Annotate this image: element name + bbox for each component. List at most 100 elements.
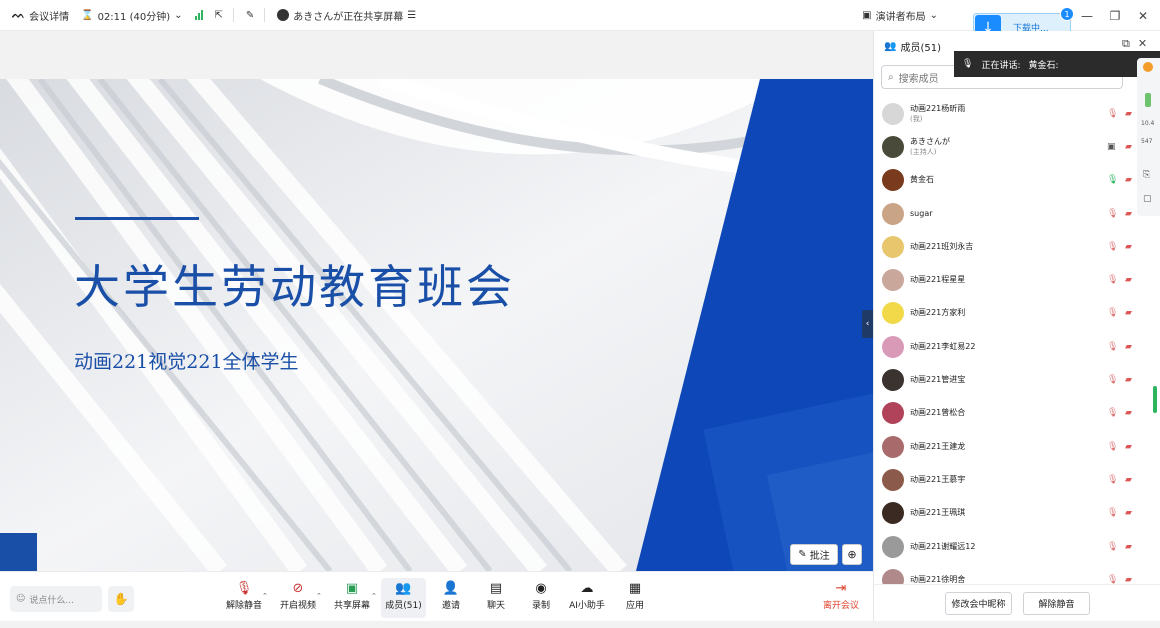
member-row[interactable]: 动画221方家利 🎙 ▰ [874,297,1160,330]
muted-mic-icon[interactable]: 🎙 [1107,308,1118,318]
video-off-icon[interactable]: ▰ [1125,575,1132,584]
camera-icon[interactable]: ▢ [1143,194,1152,204]
muted-mic-icon[interactable]: 🎙 [1107,542,1118,552]
video-off-icon[interactable]: ▰ [1125,242,1132,252]
muted-mic-icon[interactable]: 🎙 [1107,109,1118,119]
member-name: 动画221班刘永吉 [910,241,974,251]
muted-mic-icon[interactable]: 🎙 [1107,508,1118,518]
video-off-icon[interactable]: ▰ [1125,308,1132,318]
search-placeholder: 搜索成员 [898,73,939,85]
member-row[interactable]: 动画221程星星 🎙 ▰ [874,263,1160,296]
apps-button[interactable]: ▦ 应用 [620,578,650,618]
sharing-status[interactable]: あきさんが正在共享屏幕 ☰ [277,8,416,23]
popout-icon[interactable]: ⧉ [1122,37,1130,51]
invite-button[interactable]: 👤 邀请 [436,578,466,618]
video-off-icon[interactable]: ▰ [1125,209,1132,219]
floating-monitor-widget[interactable]: 10.4 547 ⎘ ▢ [1137,58,1160,216]
share-screen-button[interactable]: ▣ 共享屏幕 [332,578,372,618]
avatar [882,302,904,325]
video-off-icon[interactable]: ▰ [1125,542,1132,552]
member-row[interactable]: 动画221谢耀远12 🎙 ▰ [874,530,1160,563]
muted-mic-icon[interactable]: 🎙 [1107,375,1118,385]
popout-icon[interactable]: ⇱ [215,10,223,21]
ai-assistant-label: AI小助手 [569,601,605,611]
ai-assistant-button[interactable]: ☁ AI小助手 [567,578,607,618]
raise-hand-button[interactable]: ✋ [108,586,134,612]
search-icon: ⌕ [888,71,894,83]
members-button[interactable]: 👥 成员(51) [381,578,426,618]
avatar [882,135,904,158]
member-row[interactable]: 动画221徐明舍 🎙 ▰ [874,563,1160,584]
menu-icon: ☰ [407,9,417,21]
close-icon[interactable]: ✕ [1138,37,1147,51]
video-off-icon[interactable]: ▰ [1125,275,1132,285]
member-name: 动画221程星星 [910,275,966,285]
zoom-in-button[interactable]: ⊕ [842,544,862,565]
member-row[interactable]: 动画221王慕宇 🎙 ▰ [874,463,1160,496]
member-row[interactable]: あきさんが (主持人) ▣ ▰ [874,130,1160,163]
annotate-button[interactable]: ✎ 批注 [790,544,838,565]
member-list: 动画221杨昕雨 (我) 🎙 ▰ あきさんが (主持人) ▣ ▰ 黄金石 🎙 ▰ sugar 🎙 ▰ 动画2… [874,97,1160,584]
video-off-icon[interactable]: ▰ [1125,142,1132,152]
screen-share-icon[interactable]: ▣ [1107,142,1116,152]
muted-mic-icon[interactable]: 🎙 [1107,442,1118,452]
member-name-block: 动画221王慕宇 [910,475,965,485]
slide-subtitle: 动画221视觉221全体学生 [74,351,299,373]
stop-annotation-icon[interactable]: ✎ [246,10,254,21]
video-off-icon[interactable]: ▰ [1125,342,1132,352]
minimize-icon[interactable]: — [1078,9,1096,23]
speaking-indicator: 🎙 正在讲话: 黄金石: [954,51,1160,77]
chat-quick-input[interactable]: ☺ 说点什么... [10,586,102,612]
chat-button[interactable]: ▤ 聊天 [481,578,511,618]
meeting-app: ᨓ 会议详情 ⌛ 02:11 (40分钟) ⌄ ⇱ ✎ あきさんが正在共享屏幕 … [0,0,1160,628]
chevron-up-icon[interactable]: ⌃ [316,592,322,600]
video-off-icon[interactable]: ▰ [1125,175,1132,185]
member-row[interactable]: 动画221杨昕雨 (我) 🎙 ▰ [874,97,1160,130]
video-off-icon[interactable]: ▰ [1125,375,1132,385]
member-row[interactable]: sugar 🎙 ▰ [874,197,1160,230]
chevron-up-icon[interactable]: ⌃ [371,592,377,600]
muted-mic-icon[interactable]: 🎙 [1107,209,1118,219]
muted-mic-icon[interactable]: 🎙 [1107,408,1118,418]
member-row[interactable]: 动画221王建龙 🎙 ▰ [874,430,1160,463]
rename-button[interactable]: 修改会中昵称 [945,592,1012,615]
video-off-icon[interactable]: ▰ [1125,475,1132,485]
monitor-stat: 10.4 [1141,120,1155,127]
muted-mic-icon[interactable]: 🎙 [1107,342,1118,352]
exit-icon: ⇥ [835,580,847,596]
avatar [882,568,904,584]
member-row[interactable]: 动画221李虹易22 🎙 ▰ [874,330,1160,363]
leave-label: 离开会议 [822,601,859,611]
video-off-icon[interactable]: ▰ [1125,109,1132,119]
unmute-all-button[interactable]: 解除静音 [1023,592,1090,615]
member-row[interactable]: 动画221管进宝 🎙 ▰ [874,363,1160,396]
meeting-timer[interactable]: ⌛ 02:11 (40分钟) ⌄ [81,8,182,23]
video-off-icon[interactable]: ▰ [1125,508,1132,518]
member-row[interactable]: 动画221曾松合 🎙 ▰ [874,397,1160,430]
chevron-up-icon[interactable]: ⌃ [262,592,268,600]
slide-accent-line [75,217,199,220]
restore-icon[interactable]: ❐ [1106,9,1124,23]
muted-mic-icon[interactable]: 🎙 [1107,475,1118,485]
close-icon[interactable]: ✕ [1134,9,1152,23]
video-off-icon[interactable]: ▰ [1125,442,1132,452]
unmute-button[interactable]: 🎙 解除静音 [222,578,266,618]
video-off-icon[interactable]: ▰ [1125,408,1132,418]
leave-meeting-button[interactable]: ⇥ 离开会议 [821,578,861,618]
muted-mic-icon[interactable]: 🎙 [1107,575,1118,584]
network-signal-icon[interactable] [194,10,203,20]
member-row[interactable]: 黄金石 🎙 ▰ [874,164,1160,197]
member-row[interactable]: 动画221班刘永吉 🎙 ▰ [874,230,1160,263]
screenshot-icon[interactable]: ⎘ [1143,170,1150,180]
record-button[interactable]: ◉ 录制 [526,578,556,618]
scrollbar[interactable] [1153,386,1157,413]
start-video-button[interactable]: ⊘ 开启视频 [278,578,318,618]
mic-active-icon[interactable]: 🎙 [1107,175,1118,185]
muted-mic-icon[interactable]: 🎙 [1107,275,1118,285]
meeting-details-button[interactable]: ᨓ 会议详情 [12,8,69,23]
presenter-layout-button[interactable]: ▣ 演讲者布局 ⌄ [862,8,938,23]
member-name: 动画221方家利 [910,308,966,318]
collapse-panel-button[interactable]: ‹ [862,310,873,338]
muted-mic-icon[interactable]: 🎙 [1107,242,1118,252]
member-row[interactable]: 动画221王珮琪 🎙 ▰ [874,497,1160,530]
